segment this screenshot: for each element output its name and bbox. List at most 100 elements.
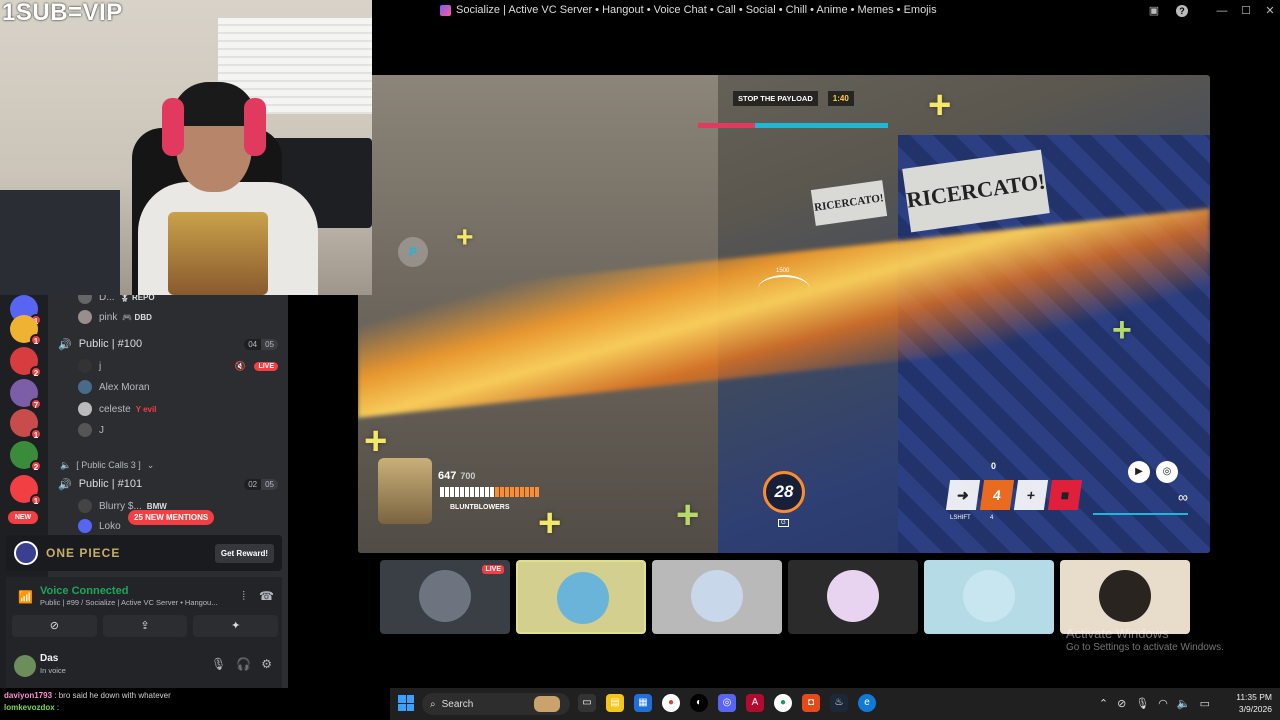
tile-stream[interactable]: LIVE [380,560,510,634]
chat-message: daviyon1793 : bro said he down with what… [4,691,171,700]
voice-panel: 📶 Voice Connected Public | #99 / Sociali… [6,577,282,688]
avatar [78,359,92,373]
activities-button[interactable]: ✦ [193,615,279,637]
user-count: 04 05 [244,338,278,350]
category-public-calls[interactable]: 🔈 [ Public Calls 3 ] ⌄ [48,455,288,475]
user-status: In voice [40,666,66,675]
inbox-icon[interactable]: ▣ [1146,3,1162,19]
server-icon[interactable]: 1 [10,409,42,440]
get-reward-button[interactable]: Get Reward! [214,543,274,563]
username[interactable]: Das [40,653,58,664]
discord-icon[interactable]: ◎ [718,694,736,712]
avatar[interactable] [14,655,36,677]
file-explorer-icon[interactable]: ▤ [606,694,624,712]
store-icon[interactable]: ▦ [634,694,652,712]
start-button[interactable] [398,695,414,711]
tile-girl[interactable] [1060,560,1190,634]
ammo-counter: 28 [763,471,805,513]
task-view-icon[interactable]: ▭ [578,694,596,712]
avatar [691,570,743,622]
voice-user[interactable]: j 🔇 LIVE [48,356,288,376]
avatar [78,423,92,437]
ability-bar: ➜ 4 + ■ [945,480,1083,510]
ability-counter: 4 [979,480,1015,510]
chat-message: lomkevozdox : [4,703,60,712]
tile-aang[interactable] [516,560,646,634]
avatar [827,570,879,622]
epic-icon[interactable]: ◐ [690,694,708,712]
adobe-icon[interactable]: A [746,694,764,712]
avatar [78,310,92,324]
voice-channel-path[interactable]: Public | #99 / Socialize | Active VC Ser… [40,598,226,607]
microphone-icon[interactable]: 🎙 [211,657,226,671]
health-bar [440,487,540,497]
help-icon[interactable]: ? [1176,5,1188,17]
avatar [78,499,92,513]
ammo-key: G [778,519,789,527]
shift-label: LSHIFT [950,515,971,521]
screen: 1SUB=VIP Socialize | Active VC Server • … [0,0,1280,720]
chrome-beta-icon[interactable]: ● [774,694,792,712]
voice-user[interactable]: Alex Moran [48,377,288,397]
tile-lightblue[interactable] [924,560,1054,634]
edge-icon[interactable]: e [858,694,876,712]
server-icon[interactable]: 1 [10,315,42,346]
voice-user[interactable]: pink 🎮 DBD [48,307,288,327]
voice-channel-public-101[interactable]: 🔊 Public | #101 02 05 [48,474,288,494]
headphones-icon[interactable]: 🎧 [236,657,251,671]
tile-cat[interactable] [652,560,782,634]
noise-suppression-icon[interactable]: ⦙ [242,589,245,604]
wifi-icon[interactable]: ◠ [1158,697,1168,710]
search-box[interactable]: ⌕ Search [422,693,570,715]
crosshair [758,275,810,303]
dash-ability-icon: ➜ [945,480,981,510]
gear-icon[interactable]: ⚙ [261,657,272,671]
plus-icon: + [364,419,388,463]
steam-icon[interactable]: ♨ [830,694,848,712]
voice-user[interactable]: J [48,420,288,440]
unread-badge: 1 [30,334,42,346]
close-button[interactable]: ✕ [1262,3,1278,19]
disconnect-icon[interactable]: ☎ [259,589,274,604]
stream-video[interactable]: RICERCATO! RICERCATO! + + + + + + P STOP… [358,75,1210,553]
volume-icon[interactable]: 🔈 [1177,697,1191,710]
voice-channel-public-100[interactable]: 🔊 Public | #100 04 05 [48,334,288,354]
live-badge: LIVE [482,565,504,574]
record-icon: ▶ [1128,461,1150,483]
new-mentions-pill[interactable]: 25 NEW MENTIONS [128,510,215,525]
server-icon[interactable]: 7 [10,379,42,410]
avatar [963,570,1015,622]
objective-label: STOP THE PAYLOAD [733,91,818,106]
server-icon[interactable]: 1 [10,475,42,506]
live-badge: LIVE [254,361,278,371]
minimize-button[interactable]: — [1214,3,1230,19]
player-name: BLUNTBLOWERS [450,504,510,511]
plus-icon: + [456,221,474,254]
maximize-button[interactable]: ☐ [1238,3,1254,19]
objective-timer: 1:40 [827,91,854,106]
avatar [78,380,92,394]
voice-user[interactable]: celeste Y evil [48,399,288,419]
plus-icon: + [1112,311,1132,349]
server-icon[interactable]: 2 [10,441,42,472]
camera-off-button[interactable]: ⊘ [12,615,97,637]
screen-share-button[interactable]: ⇪ [102,615,188,637]
weapon-infinite-icon: ∞ [1093,489,1188,515]
chrome-icon[interactable]: ● [662,694,680,712]
server-icon[interactable]: 2 [10,347,42,378]
clock[interactable]: 11:35 PM 3/9/2026 [1236,691,1272,715]
tile-goth[interactable] [788,560,918,634]
health-readout: 647 700 [438,470,476,482]
battery-icon[interactable]: ▭ [1200,697,1210,710]
network-icon[interactable]: ⊘ [1117,697,1126,710]
unread-badge: 2 [30,366,42,378]
ult-counter: 0 [991,461,997,471]
microphone-icon[interactable]: 🎙 [1135,697,1149,710]
chevron-up-icon[interactable]: ⌃ [1099,697,1108,710]
voice-status[interactable]: Voice Connected [40,585,128,597]
promo-logo [14,541,38,565]
avatar [419,570,471,622]
app-orange-icon[interactable]: ◘ [802,694,820,712]
new-badge[interactable]: NEW [8,511,38,524]
signal-icon[interactable]: 📶 [18,590,33,604]
